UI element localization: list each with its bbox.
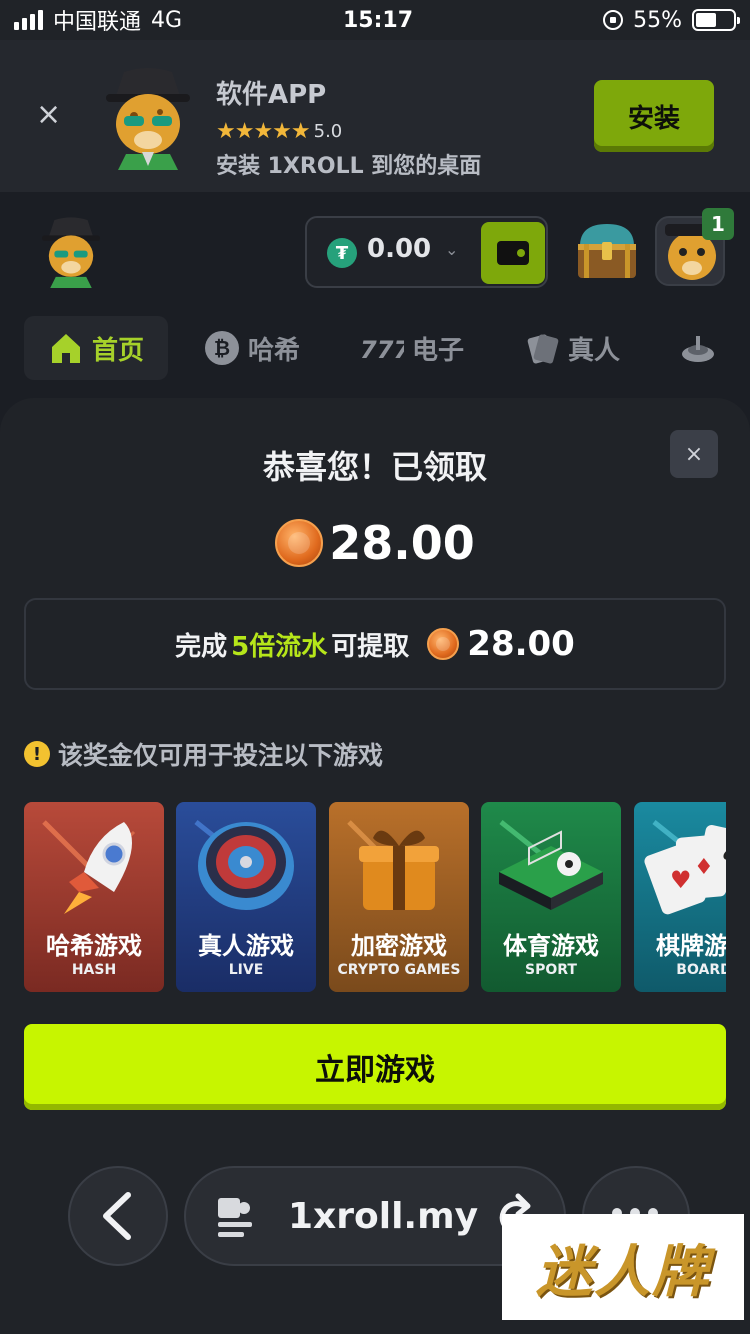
carrier-label: 中国联通 (53, 10, 142, 35)
gold-coin-icon (427, 628, 460, 660)
network-label: 4G (151, 7, 183, 33)
category-nav: 首页 ₿ 哈希 777 电子 真人 (24, 316, 728, 380)
game-card-subtitle: BOARD (676, 962, 726, 978)
svg-text:♥: ♥ (670, 866, 692, 894)
svg-text:♠: ♠ (720, 843, 726, 868)
eligible-games-notice: ! 该奖金仅可用于投注以下游戏 (24, 736, 383, 772)
install-button[interactable]: 安装 (594, 80, 714, 152)
warning-icon: ! (24, 741, 50, 767)
nav-label: 首页 (92, 335, 145, 366)
chevron-down-icon: ⌄ (445, 240, 459, 259)
status-bar: 中国联通 4G 15:17 55% (0, 0, 750, 40)
bonus-amount: 28.00 (329, 516, 475, 570)
nav-item-home[interactable]: 首页 (24, 316, 169, 380)
orientation-lock-icon (603, 10, 624, 30)
game-card-title: 哈希游戏 (46, 932, 142, 960)
gold-coin-icon (275, 519, 324, 567)
nav-label: 真人 (568, 335, 621, 366)
cards-icon (524, 330, 560, 366)
wager-suffix: 可提取 (331, 631, 410, 662)
battery-icon (692, 9, 740, 31)
slots-777-icon: 777 (360, 330, 404, 366)
notice-text: 该奖金仅可用于投注以下游戏 (58, 741, 384, 770)
bonus-amount-row: 28.00 (0, 516, 750, 570)
chevron-left-icon (103, 1192, 131, 1240)
nav-item-hash[interactable]: ₿ 哈希 (180, 316, 324, 380)
balance-selector[interactable]: ₮ 0.00 ⌄ (305, 216, 548, 288)
signal-icon (14, 10, 43, 30)
nav-label: 电子 (412, 335, 465, 366)
app-title: 软件APP (216, 80, 327, 110)
svg-text:₿: ₿ (214, 336, 230, 360)
leopard-mascot-logo (106, 68, 190, 170)
nav-item-live[interactable]: 真人 (500, 316, 644, 380)
game-card-subtitle: HASH (71, 962, 117, 978)
eligible-games-list: 哈希游戏 HASH 真人游戏 LIVE 加密游戏 CRYPTO GAMES 体育… (24, 802, 726, 992)
roulette-icon (680, 330, 716, 366)
star-rating-icon: ★★★★★ (216, 119, 311, 144)
site-settings-icon (218, 1198, 252, 1237)
banner-close-button[interactable]: × (36, 100, 61, 130)
wager-prefix: 完成 (175, 631, 228, 662)
app-rating: ★★★★★ 5.0 (216, 119, 481, 144)
tether-icon: ₮ (327, 238, 357, 268)
game-card-title: 加密游戏 (351, 932, 447, 960)
game-card-sport[interactable]: 体育游戏 SPORT (481, 802, 621, 992)
notification-badge: 1 (702, 208, 734, 240)
app-install-banner: × 软件APP ★★★★★ 5.0 安装 1XROLL 到您的桌面 安装 (0, 40, 750, 192)
game-card-title: 真人游戏 (198, 932, 294, 960)
wallet-button[interactable] (481, 222, 545, 284)
svg-text:777: 777 (360, 336, 404, 364)
balance-amount: 0.00 (367, 234, 432, 264)
game-card-subtitle: SPORT (525, 962, 577, 978)
svg-text:♦: ♦ (694, 855, 714, 880)
battery-percent: 55% (633, 7, 682, 33)
browser-url: 1xroll.my (288, 1196, 479, 1237)
rating-value: 5.0 (313, 121, 343, 142)
nav-item-roulette[interactable] (656, 316, 716, 380)
game-card-subtitle: CRYPTO GAMES (337, 962, 461, 978)
nav-item-slots[interactable]: 777 电子 (336, 316, 488, 380)
wager-amount: 28.00 (467, 624, 575, 664)
game-card-crypto[interactable]: 加密游戏 CRYPTO GAMES (329, 802, 469, 992)
screen: 中国联通 4G 15:17 55% × 软件APP ★★★★★ 5.0 安装 1… (0, 0, 750, 1334)
modal-title: 恭喜您！已领取 (262, 448, 487, 486)
browser-back-button[interactable] (68, 1166, 168, 1266)
nav-label: 哈希 (248, 335, 301, 366)
home-icon (48, 330, 84, 366)
game-card-subtitle: LIVE (228, 962, 264, 978)
game-card-board[interactable]: ♥ ♦ ♠ 棋牌游戏 BOARD (634, 802, 726, 992)
watermark: 迷人牌 (502, 1214, 744, 1320)
bitcoin-icon: ₿ (204, 330, 240, 366)
wager-highlight: 5倍流水 (231, 631, 328, 662)
play-now-button[interactable]: 立即游戏 (24, 1024, 726, 1110)
treasure-chest-icon[interactable] (574, 220, 640, 282)
wager-requirement: 完成 5倍流水 可提取 28.00 (24, 598, 726, 690)
clock: 15:17 (343, 7, 414, 33)
game-card-title: 棋牌游戏 (656, 932, 726, 960)
game-card-live[interactable]: 真人游戏 LIVE (176, 802, 316, 992)
watermark-text: 迷人牌 (536, 1238, 710, 1305)
game-card-hash[interactable]: 哈希游戏 HASH (24, 802, 164, 992)
site-header: ₮ 0.00 ⌄ 1 首页 ₿ 哈希 77 电子 真人 (0, 192, 750, 398)
app-description: 安装 1XROLL 到您的桌面 (216, 154, 482, 179)
game-card-title: 体育游戏 (503, 932, 599, 960)
site-logo[interactable] (36, 216, 106, 288)
wallet-icon (497, 241, 529, 265)
